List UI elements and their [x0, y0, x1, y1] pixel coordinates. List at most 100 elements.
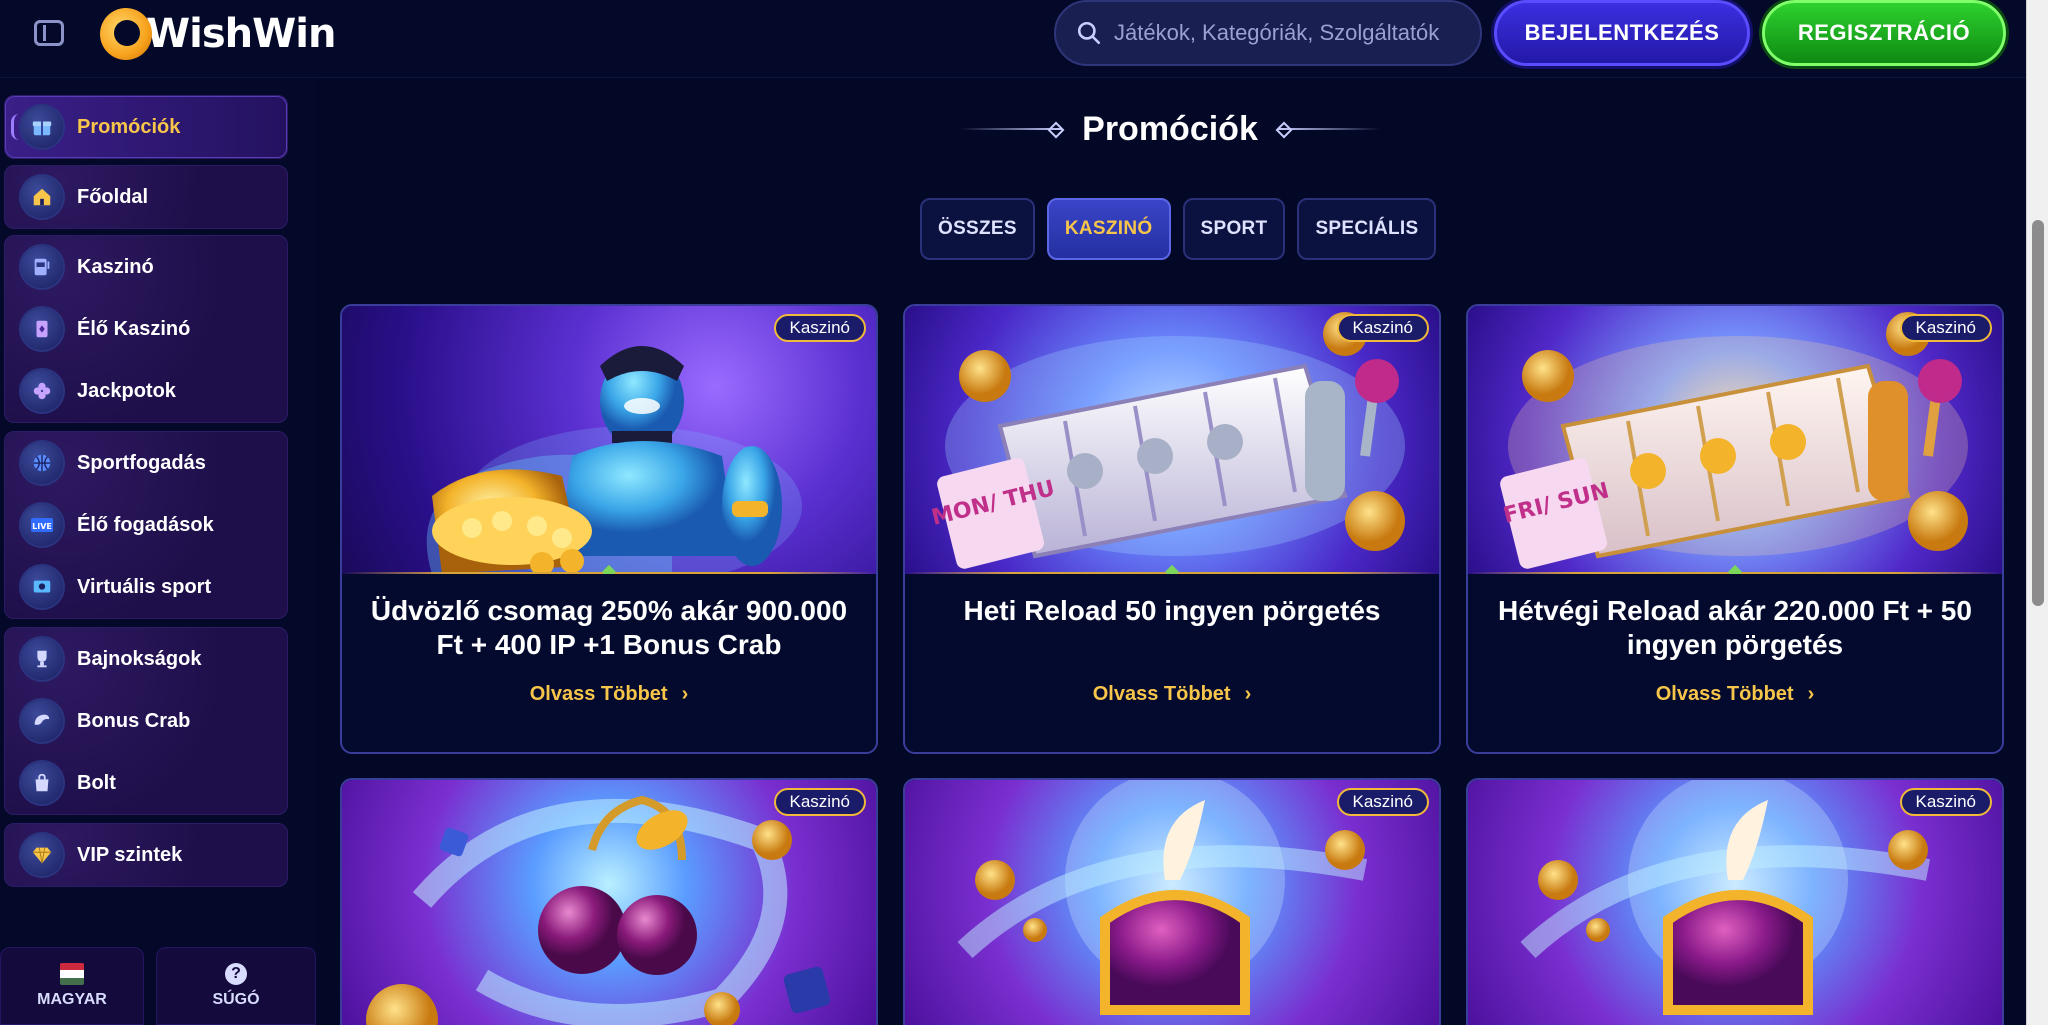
genie-illustration — [426, 346, 802, 574]
read-more-label: Olvass Többet — [1655, 682, 1794, 705]
sidebar-item-live-bets[interactable]: LIVE Élő fogadások — [5, 494, 287, 556]
claw-icon — [21, 700, 63, 742]
category-badge: Kaszinó — [1336, 788, 1429, 816]
read-more-link[interactable]: Olvass Többet › — [1468, 678, 2002, 710]
help-label: SÚGÓ — [212, 991, 260, 1008]
sidebar-item-virtual-sports[interactable]: Virtuális sport — [5, 556, 287, 618]
chevron-right-icon: › — [1807, 682, 1815, 705]
login-button[interactable]: BEJELENTKEZÉS — [1494, 0, 1750, 66]
category-badge: Kaszinó — [773, 314, 866, 342]
category-badge: Kaszinó — [1899, 314, 1992, 342]
basketball-icon — [21, 442, 63, 484]
tab-casino[interactable]: KASZINÓ — [1046, 198, 1171, 260]
promo-image-slot-fri-sun: FRI/ SUN Kaszinó — [1468, 306, 2002, 574]
promo-image-cherries: Kaszinó — [342, 780, 876, 1025]
wishwin-logo[interactable]: WishWin — [100, 6, 336, 62]
search-input[interactable] — [1114, 20, 1474, 46]
promo-title: Üdvözlő csomag 250% akár 900.000 Ft + 40… — [370, 595, 848, 660]
nav-group-promotions: Promóciók — [4, 95, 288, 159]
page-title-text: Promóciók — [1082, 109, 1258, 148]
gift-icon — [21, 106, 63, 148]
sidebar-item-tournaments[interactable]: Bajnokságok — [5, 628, 287, 690]
category-badge: Kaszinó — [773, 788, 866, 816]
sidebar-item-live-casino[interactable]: Élő Kaszinó — [5, 298, 287, 360]
sidebar-item-casino[interactable]: Kaszinó — [5, 236, 287, 298]
register-button[interactable]: REGISZTRÁCIÓ — [1762, 0, 2006, 66]
card-divider — [1468, 572, 2002, 574]
read-more-link[interactable]: Olvass Többet › — [905, 678, 1439, 710]
hungary-flag-icon — [60, 963, 84, 985]
home-icon — [21, 176, 63, 218]
sidebar-item-home[interactable]: Főoldal — [5, 166, 287, 228]
playing-card-icon — [21, 308, 63, 350]
slot-machine-icon — [21, 246, 63, 288]
trophy-icon — [21, 638, 63, 680]
sidebar-item-label: Bolt — [77, 771, 116, 794]
svg-text:LIVE: LIVE — [32, 522, 52, 531]
page-title: Promóciók — [960, 104, 1380, 154]
promo-card-treasure-chest[interactable]: Kaszinó — [1466, 778, 2004, 1025]
sidebar-item-label: Bajnokságok — [77, 647, 202, 670]
tab-special[interactable]: SPECIÁLIS — [1297, 198, 1437, 260]
sidebar-item-sports-betting[interactable]: Sportfogadás — [5, 432, 287, 494]
language-button[interactable]: MAGYAR — [0, 947, 144, 1025]
sidebar-item-label: Bonus Crab — [77, 709, 191, 732]
tab-all[interactable]: ÖSSZES — [920, 198, 1035, 260]
chevron-right-icon: › — [1244, 682, 1252, 705]
category-tabs: ÖSSZES KASZINÓ SPORT SPECIÁLIS — [920, 198, 1437, 260]
sidebar-item-label: Sportfogadás — [77, 451, 206, 474]
treasure-chest-illustration — [957, 780, 1368, 1015]
read-more-label: Olvass Többet — [529, 682, 668, 705]
sidebar-item-label: Élő Kaszinó — [77, 317, 191, 340]
logo-text: WishWin — [146, 11, 336, 57]
sidebar-item-label: Főoldal — [77, 185, 149, 208]
nav-group-extras: Bajnokságok Bonus Crab Bolt — [4, 627, 288, 815]
sidebar: Promóciók Főoldal Kaszinó Élő Kaszinó Ja… — [0, 79, 316, 1025]
promo-image-genie: Kaszinó — [342, 306, 876, 574]
promo-card-welcome-package[interactable]: Kaszinó Üdvözlő csomag 250% akár 900.000… — [340, 304, 878, 754]
promo-image-slot-mon-thu: MON/ THU Kaszinó — [905, 306, 1439, 574]
promo-card-weekend-reload[interactable]: FRI/ SUN Kaszinó Hétvégi Reload akár 220… — [1466, 304, 2004, 754]
promo-card-cherries[interactable]: Kaszinó — [340, 778, 878, 1025]
promo-card-weekly-reload[interactable]: MON/ THU Kaszinó Heti Reload 50 ingyen p… — [903, 304, 1441, 754]
language-label: MAGYAR — [37, 991, 107, 1008]
help-button[interactable]: ? SÚGÓ — [156, 947, 316, 1025]
cherries-illustration — [366, 795, 831, 1025]
sidebar-item-label: VIP szintek — [77, 843, 183, 866]
read-more-link[interactable]: Olvass Többet › — [342, 678, 876, 710]
card-divider — [342, 572, 876, 574]
treasure-chest-illustration — [1520, 780, 1931, 1015]
promo-title: Hétvégi Reload akár 220.000 Ft + 50 ingy… — [1498, 595, 1972, 660]
title-divider-left — [960, 128, 1063, 130]
sidebar-item-promotions[interactable]: Promóciók — [5, 96, 287, 158]
promo-image-treasure-chest: Kaszinó — [1468, 780, 2002, 1025]
tab-sport[interactable]: SPORT — [1182, 198, 1286, 260]
nav-group-home: Főoldal — [4, 165, 288, 229]
sidebar-item-label: Élő fogadások — [77, 513, 214, 536]
virtual-sport-icon — [21, 566, 63, 608]
slot-reel-illustration: FRI/ SUN — [1500, 312, 1968, 569]
live-icon: LIVE — [21, 504, 63, 546]
sidebar-item-vip-levels[interactable]: VIP szintek — [5, 824, 287, 886]
clover-icon — [21, 370, 63, 412]
category-badge: Kaszinó — [1336, 314, 1429, 342]
sidebar-item-label: Promóciók — [77, 115, 181, 138]
title-divider-right — [1277, 128, 1380, 130]
search-icon — [1077, 21, 1101, 45]
top-header: WishWin BEJELENTKEZÉS REGISZTRÁCIÓ — [0, 0, 2026, 78]
scrollbar-thumb[interactable] — [2032, 220, 2044, 606]
sidebar-item-bonus-crab[interactable]: Bonus Crab — [5, 690, 287, 752]
card-divider — [905, 572, 1439, 574]
sidebar-item-jackpots[interactable]: Jackpotok — [5, 360, 287, 422]
sidebar-item-label: Virtuális sport — [77, 575, 212, 598]
page-scrollbar[interactable] — [2026, 0, 2048, 1025]
search-bar[interactable] — [1054, 0, 1482, 66]
slot-reel-illustration: MON/ THU — [929, 312, 1405, 569]
promo-card-treasure-chest[interactable]: Kaszinó — [903, 778, 1441, 1025]
help-icon: ? — [225, 963, 247, 985]
sidebar-item-label: Kaszinó — [77, 255, 154, 278]
diamond-icon — [21, 834, 63, 876]
sidebar-toggle-icon[interactable] — [34, 20, 64, 46]
nav-group-vip: VIP szintek — [4, 823, 288, 887]
sidebar-item-shop[interactable]: Bolt — [5, 752, 287, 814]
